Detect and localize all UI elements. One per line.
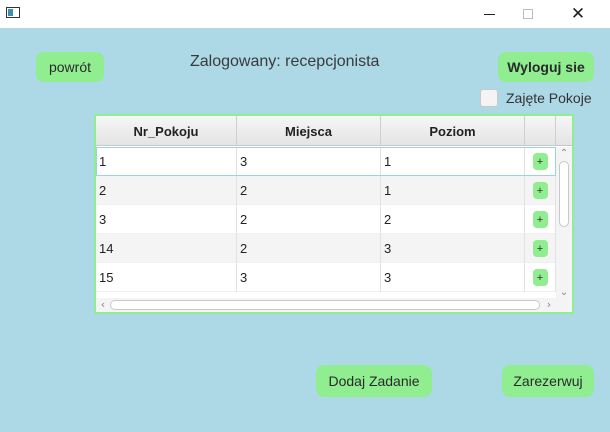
- add-button[interactable]: +: [532, 269, 548, 286]
- maximize-icon: [523, 9, 533, 19]
- scroll-left-icon[interactable]: ‹: [98, 299, 108, 311]
- cell-action: +: [525, 263, 556, 292]
- minimize-icon: [483, 13, 495, 15]
- horizontal-scrollbar[interactable]: ‹ ›: [96, 298, 556, 312]
- add-button[interactable]: +: [532, 182, 548, 199]
- add-task-button[interactable]: Dodaj Zadanie: [316, 365, 432, 397]
- logout-button[interactable]: Wyloguj sie: [498, 52, 594, 82]
- table-row[interactable]: 3 2 2 +: [96, 205, 556, 234]
- table-row[interactable]: 14 2 3 +: [96, 234, 556, 263]
- cell-room-number: 2: [96, 176, 237, 205]
- vertical-scrollbar[interactable]: ⌃ ⌄: [556, 147, 572, 300]
- column-header-room-number[interactable]: Nr_Pokoju: [96, 116, 237, 146]
- close-icon: ✕: [570, 4, 586, 24]
- table-header: Nr_Pokoju Miejsca Poziom: [96, 116, 572, 146]
- maximize-button[interactable]: [505, 0, 551, 28]
- add-button[interactable]: +: [532, 211, 548, 228]
- cell-room-number: 3: [96, 205, 237, 234]
- cell-room-number: 1: [96, 147, 237, 176]
- cell-places: 3: [237, 147, 381, 176]
- cell-action: +: [525, 234, 556, 263]
- cell-level: 3: [381, 234, 525, 263]
- close-button[interactable]: ✕: [555, 0, 601, 28]
- table-row[interactable]: 1 3 1 +: [96, 147, 556, 176]
- back-button[interactable]: powrót: [36, 52, 104, 82]
- logged-in-label: Zalogowany: recepcjonista: [190, 53, 380, 70]
- column-header-places[interactable]: Miejsca: [237, 116, 381, 146]
- cell-action: +: [525, 176, 556, 205]
- cell-level: 2: [381, 205, 525, 234]
- occupied-rooms-toggle[interactable]: Zajęte Pokoje: [480, 89, 592, 107]
- scroll-right-icon[interactable]: ›: [544, 299, 554, 311]
- scrollbar-corner: [556, 300, 572, 312]
- cell-level: 3: [381, 263, 525, 292]
- cell-places: 2: [237, 205, 381, 234]
- cell-level: 1: [381, 176, 525, 205]
- table-body: 1 3 1 + 2 2 1 + 3 2 2 + 14 2 3 + 15 3 3 …: [96, 147, 556, 292]
- add-button[interactable]: +: [532, 153, 548, 170]
- rooms-table: Nr_Pokoju Miejsca Poziom 1 3 1 + 2 2 1 +…: [94, 114, 574, 314]
- vertical-scroll-thumb[interactable]: [559, 161, 569, 227]
- cell-places: 3: [237, 263, 381, 292]
- scroll-down-icon[interactable]: ⌄: [559, 288, 569, 298]
- horizontal-scroll-thumb[interactable]: [110, 300, 540, 310]
- occupied-rooms-label: Zajęte Pokoje: [506, 90, 592, 106]
- column-header-filler: [556, 116, 572, 146]
- column-header-level[interactable]: Poziom: [381, 116, 525, 146]
- cell-places: 2: [237, 176, 381, 205]
- scroll-up-icon[interactable]: ⌃: [559, 149, 569, 159]
- window-app-icon: [6, 7, 20, 18]
- add-button[interactable]: +: [532, 240, 548, 257]
- column-header-action[interactable]: [525, 116, 556, 146]
- title-bar: ✕: [0, 0, 610, 28]
- cell-action: +: [525, 205, 556, 234]
- main-panel: powrót Zalogowany: recepcjonista Wyloguj…: [0, 28, 610, 432]
- cell-level: 1: [381, 147, 525, 176]
- reserve-button[interactable]: Zarezerwuj: [502, 365, 594, 397]
- cell-action: +: [525, 147, 556, 176]
- cell-places: 2: [237, 234, 381, 263]
- occupied-rooms-checkbox[interactable]: [480, 89, 498, 107]
- cell-room-number: 14: [96, 234, 237, 263]
- table-row[interactable]: 15 3 3 +: [96, 263, 556, 292]
- table-row[interactable]: 2 2 1 +: [96, 176, 556, 205]
- cell-room-number: 15: [96, 263, 237, 292]
